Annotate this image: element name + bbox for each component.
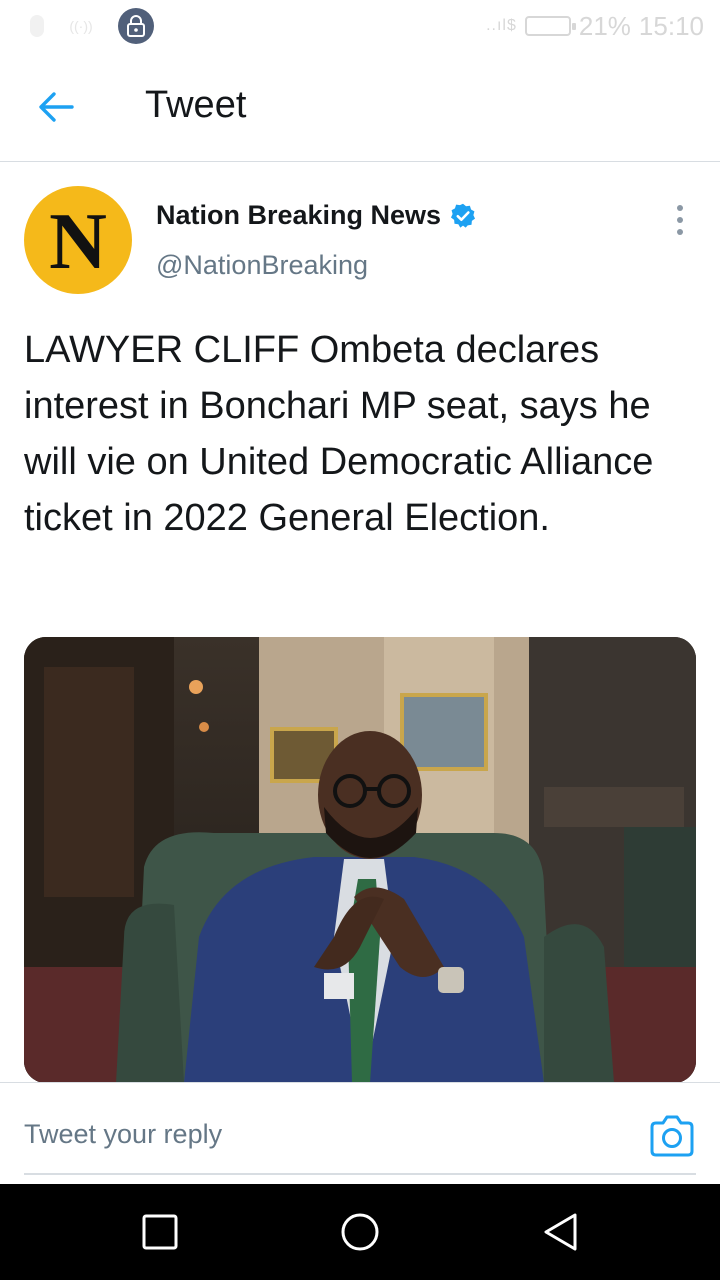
home-button[interactable] (336, 1208, 384, 1256)
back-button[interactable] (26, 80, 86, 134)
tweet-photo[interactable] (24, 637, 696, 1083)
more-vertical-icon-dot (677, 217, 683, 223)
nav-back-button[interactable] (536, 1208, 584, 1256)
back-triangle-icon (544, 1213, 577, 1251)
status-bar: ((·)) ..ıl$ 21% 15:10 (0, 0, 720, 52)
vpn-lock-icon (118, 8, 154, 44)
avatar[interactable]: N (24, 186, 132, 294)
verified-badge-icon (451, 203, 476, 228)
camera-icon (650, 1115, 694, 1157)
home-circle-icon (341, 1213, 379, 1251)
reply-bar: Tweet your reply (0, 1082, 720, 1184)
reply-input[interactable]: Tweet your reply (24, 1103, 584, 1165)
author-name[interactable]: Nation Breaking News (156, 200, 441, 231)
more-options-button[interactable] (664, 202, 696, 238)
recents-square-icon (142, 1214, 178, 1250)
more-vertical-icon-dot (677, 205, 683, 211)
back-arrow-icon (39, 92, 74, 122)
recents-button[interactable] (136, 1208, 184, 1256)
notification-icon (30, 15, 44, 37)
photo-illustration (24, 637, 696, 1083)
reply-input-underline (24, 1173, 696, 1175)
hotspot-icon: ((·)) (69, 18, 93, 34)
tweet-text: LAWYER CLIFF Ombeta declares interest in… (24, 329, 654, 539)
app-header: Tweet (0, 52, 720, 162)
battery-percentage: 21% (578, 10, 631, 41)
author-handle[interactable]: @NationBreaking (156, 250, 368, 281)
system-nav-bar (0, 1184, 720, 1280)
battery-icon (524, 16, 576, 36)
status-bar-right: ..ıl$ 21% 15:10 (486, 10, 704, 42)
more-vertical-icon-dot (677, 229, 683, 235)
avatar-logo-letter: N (49, 198, 107, 286)
camera-button[interactable] (648, 1113, 696, 1159)
clock: 15:10 (638, 10, 704, 41)
status-bar-left: ((·)) (30, 8, 154, 44)
signal-icon: ..ıl$ (486, 17, 517, 34)
page-title: Tweet (145, 84, 247, 126)
author-name-row: Nation Breaking News (156, 200, 477, 231)
